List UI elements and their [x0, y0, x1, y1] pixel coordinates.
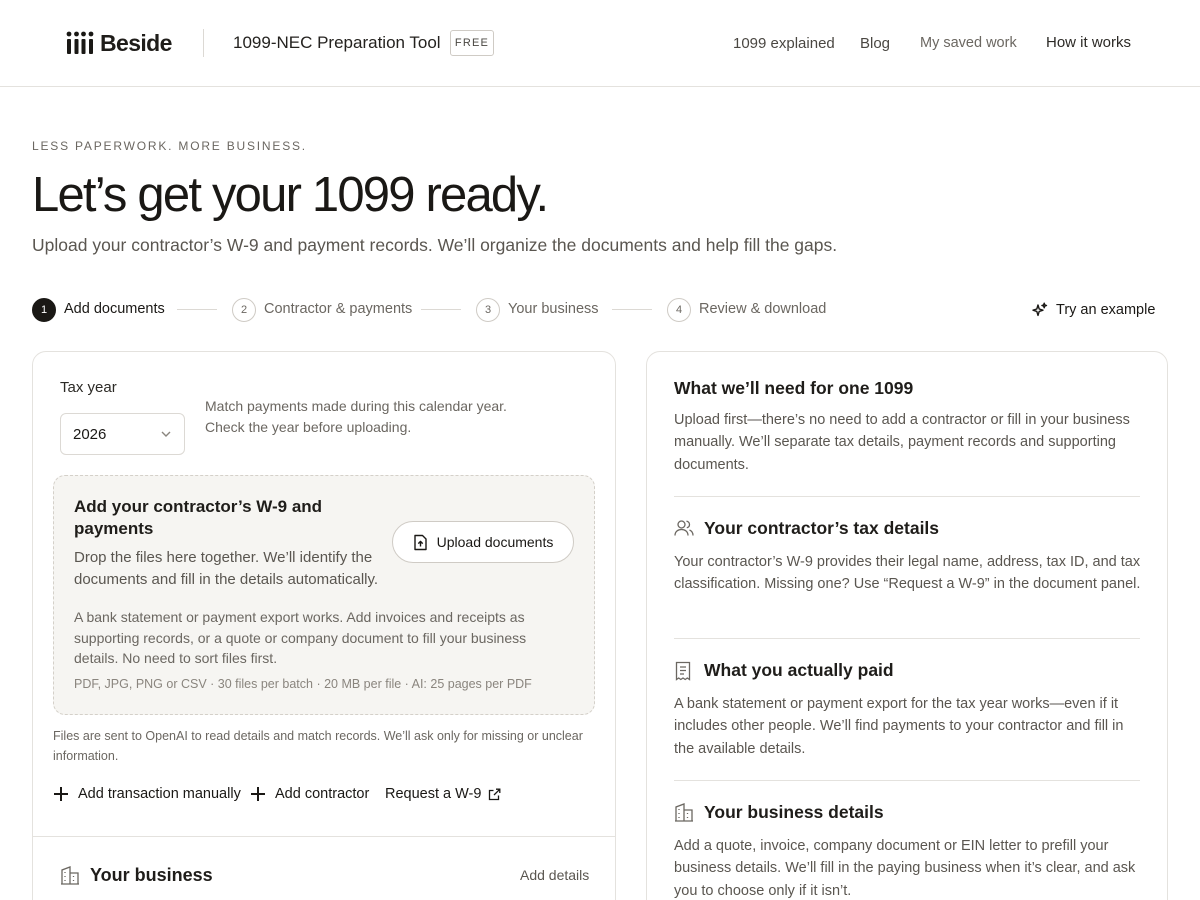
chevron-down-icon	[160, 430, 172, 438]
request-w9-label: Request a W-9	[385, 786, 482, 802]
add-transaction-label: Add transaction manually	[78, 786, 241, 802]
add-business-details-link[interactable]: Add details	[520, 867, 589, 884]
users-icon	[674, 519, 694, 537]
section-divider	[674, 638, 1140, 639]
contractor-details-heading: Your contractor’s tax details	[704, 518, 940, 538]
section-divider	[674, 496, 1140, 497]
requirements-intro: Upload first—there’s no need to add a co…	[674, 412, 1130, 473]
tax-year-help: Match payments made during this calendar…	[205, 398, 507, 435]
step-connector	[421, 309, 461, 310]
plus-icon	[54, 787, 68, 801]
nav-1099-explained[interactable]: 1099 explained	[733, 35, 835, 53]
card-divider	[33, 836, 615, 837]
try-example-button[interactable]: Try an example	[1031, 300, 1155, 320]
file-format-limits: PDF, JPG, PNG or CSV · 30 files per batc…	[74, 677, 532, 691]
hero-title: Let’s get your 1099 ready.	[32, 168, 549, 222]
site-header	[0, 0, 1200, 87]
logo[interactable]: Beside	[66, 29, 172, 57]
tool-title: 1099-NEC Preparation Tool	[233, 33, 441, 52]
logo-text: Beside	[100, 30, 172, 56]
step-2-number[interactable]: 2	[232, 298, 256, 322]
payments-heading: What you actually paid	[704, 660, 894, 680]
business-details-text: Add a quote, invoice, company document o…	[674, 838, 1136, 899]
file-upload-icon	[413, 534, 437, 551]
step-1-number[interactable]: 1	[32, 298, 56, 322]
header-divider	[203, 29, 204, 57]
dropzone-title: Add your contractor’s W-9 and payments	[74, 497, 323, 538]
tax-year-select[interactable]: 2026	[60, 413, 185, 455]
nav-blog[interactable]: Blog	[860, 35, 890, 53]
hero-subtitle: Upload your contractor’s W-9 and payment…	[32, 235, 838, 255]
receipt-icon	[674, 661, 692, 681]
nav-how-it-works[interactable]: How it works	[1046, 34, 1131, 52]
dropzone-note: A bank statement or payment export works…	[74, 609, 527, 666]
plus-icon	[251, 787, 265, 801]
hero-eyebrow: LESS PAPERWORK. MORE BUSINESS.	[32, 139, 307, 153]
privacy-note: Files are sent to OpenAI to read details…	[53, 729, 583, 763]
step-3-label[interactable]: Your business	[508, 301, 599, 318]
nav-my-saved-work[interactable]: My saved work	[920, 34, 1017, 52]
tax-year-label: Tax year	[60, 379, 117, 396]
upload-documents-button[interactable]: Upload documents	[392, 521, 574, 563]
step-4-label[interactable]: Review & download	[699, 301, 826, 318]
your-business-heading: Your business	[90, 865, 213, 885]
dropzone-description: Drop the files here together. We’ll iden…	[74, 549, 379, 588]
add-contractor-label: Add contractor	[275, 786, 370, 802]
building-icon	[60, 866, 80, 885]
step-3-number[interactable]: 3	[476, 298, 500, 322]
section-divider	[674, 780, 1140, 781]
step-connector	[612, 309, 652, 310]
step-connector	[177, 309, 217, 310]
business-details-heading: Your business details	[704, 802, 884, 822]
beside-logo-icon	[66, 30, 94, 56]
step-2-label[interactable]: Contractor & payments	[264, 301, 412, 318]
step-4-number[interactable]: 4	[667, 298, 691, 322]
add-contractor-button[interactable]: Add contractor	[251, 785, 369, 803]
sparkles-icon	[1031, 302, 1056, 319]
building-icon	[674, 803, 694, 822]
payments-text: A bank statement or payment export for t…	[674, 696, 1124, 757]
try-example-label: Try an example	[1056, 302, 1156, 318]
external-link-icon	[488, 788, 501, 801]
step-1-label[interactable]: Add documents	[64, 301, 165, 318]
contractor-details-text: Your contractor’s W-9 provides their leg…	[674, 554, 1141, 593]
request-w9-link[interactable]: Request a W-9	[385, 785, 501, 803]
tax-year-value: 2026	[73, 425, 107, 443]
add-transaction-button[interactable]: Add transaction manually	[54, 785, 241, 803]
upload-documents-label: Upload documents	[436, 534, 554, 550]
free-badge: FREE	[450, 30, 494, 56]
requirements-title: What we’ll need for one 1099	[674, 378, 914, 398]
